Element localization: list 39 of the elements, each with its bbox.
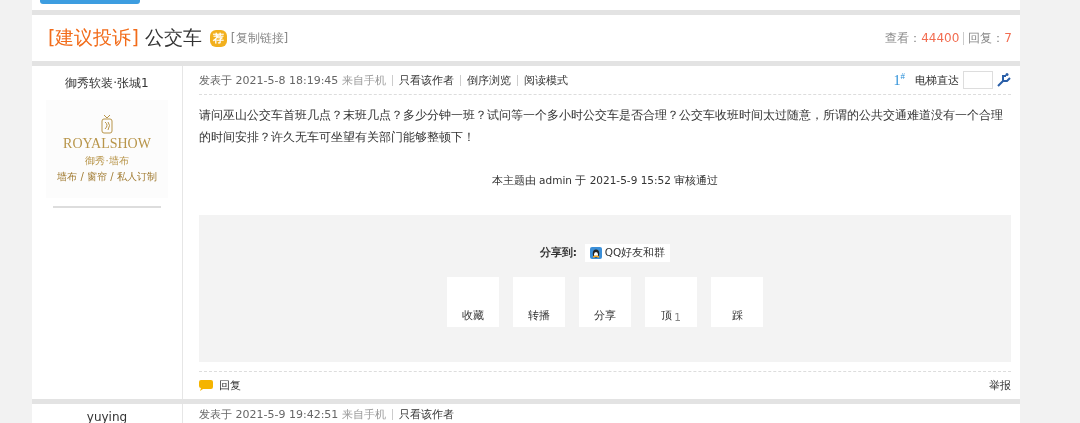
- button-edge[interactable]: [40, 0, 140, 4]
- post-source: 来自手机: [342, 406, 387, 422]
- brand-tagline: 墙布 / 窗帘 / 私人订制: [57, 170, 157, 184]
- reply-link[interactable]: 回复: [219, 378, 241, 393]
- post-link[interactable]: 只看该作者: [399, 406, 455, 422]
- post-body: 请问巫山公交车首班几点？末班几点？多少分钟一班？试问等一个多小时公交车是否合理？公交车收班时间太过随意，所谓的公共交通难道没有一个合理的时间安排？许久无车可坐望有关部门能够整顿下！: [199, 107, 1004, 146]
- escalator-icon[interactable]: [997, 73, 1011, 87]
- floor-input-field[interactable]: [963, 71, 993, 89]
- brand-name: ROYALSHOW: [63, 136, 151, 152]
- copy-link[interactable]: [复制链接]: [230, 29, 289, 47]
- action-button[interactable]: 踩: [711, 277, 763, 327]
- action-button[interactable]: 收藏: [447, 277, 499, 327]
- recommended-badge: 荐: [209, 29, 227, 47]
- replies-count: 7: [1004, 31, 1012, 45]
- action-button[interactable]: 顶 1: [645, 277, 697, 327]
- thread-title: 公交车: [144, 25, 202, 50]
- replies-label: 回复：: [968, 29, 1005, 47]
- qq-share-link[interactable]: QQ好友和群: [584, 244, 671, 262]
- author-name[interactable]: 御秀软装·张城1: [65, 75, 149, 92]
- views-count: 44400: [921, 31, 960, 45]
- post-link[interactable]: 倒序浏览: [467, 72, 512, 88]
- post-source: 来自手机: [342, 72, 387, 88]
- post-link[interactable]: 阅读模式: [524, 72, 569, 88]
- action-button[interactable]: 转播: [513, 277, 565, 327]
- report-link[interactable]: 举报: [989, 378, 1011, 393]
- views-label: 查看：: [885, 29, 922, 47]
- floor-number[interactable]: 1$^{#}$: [893, 71, 905, 89]
- post-date: 发表于 2021-5-8 18:19:45: [199, 72, 339, 88]
- share-label: 分享到:: [539, 246, 577, 260]
- crest-icon: [101, 114, 113, 134]
- moderation-note: 本主题由 admin 于 2021-5-9 15:52 审核通过: [491, 174, 719, 186]
- post-date: 发表于 2021-5-9 19:42:51: [199, 406, 339, 422]
- author-name[interactable]: yuying: [86, 410, 128, 423]
- speech-bubble-icon: [199, 380, 213, 391]
- penguin-icon: [589, 247, 602, 259]
- post-link[interactable]: 只看该作者: [399, 72, 455, 88]
- jump-label: 电梯直达: [915, 72, 959, 88]
- action-button[interactable]: 分享: [579, 277, 631, 327]
- brand-subtitle: 御秀·墙布: [85, 154, 129, 168]
